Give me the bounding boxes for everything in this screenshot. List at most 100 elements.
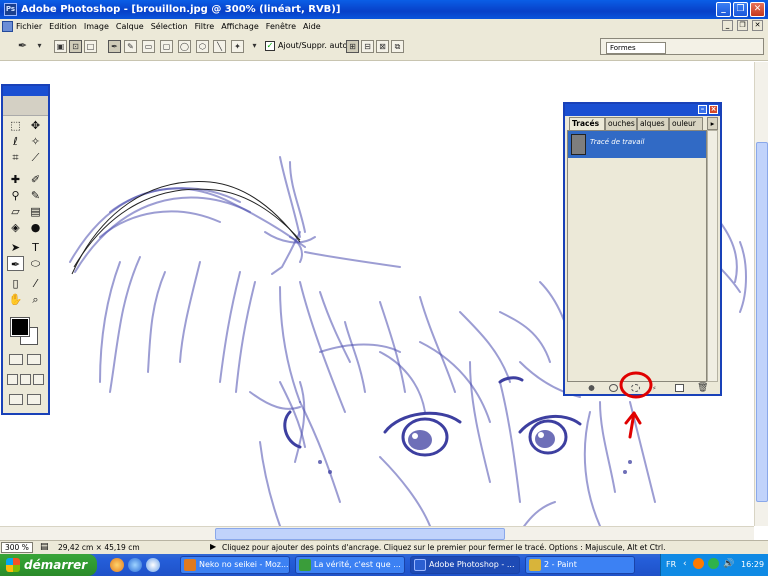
menu-image[interactable]: Image xyxy=(84,22,109,31)
restore-button[interactable]: ❐ xyxy=(733,2,748,17)
crop-tool-icon[interactable]: ⌗ xyxy=(7,150,24,165)
tray-app-icon[interactable] xyxy=(693,558,704,569)
ellipse-shape-button[interactable]: ◯ xyxy=(178,40,191,53)
standard-screen-mode-icon[interactable] xyxy=(7,374,18,385)
add-to-path-button[interactable]: ⊞ xyxy=(346,40,359,53)
brush-tool-icon[interactable]: ✐ xyxy=(27,172,44,187)
standard-mode-icon[interactable] xyxy=(9,354,23,365)
document-icon[interactable] xyxy=(2,20,13,32)
doc-restore-button[interactable]: ❐ xyxy=(737,20,748,31)
auto-add-delete-checkbox[interactable]: ✓ xyxy=(265,41,275,51)
messenger-quicklaunch-icon[interactable] xyxy=(146,558,160,572)
volume-icon[interactable]: 🔊 xyxy=(723,559,734,569)
menu-calque[interactable]: Calque xyxy=(116,22,144,31)
tab-calques[interactable]: alques xyxy=(637,117,669,130)
tab-couches[interactable]: ouches xyxy=(605,117,637,130)
imageready-icon[interactable] xyxy=(27,394,41,405)
task-paint[interactable]: 2 - Paint xyxy=(525,556,635,574)
horizontal-scrollbar[interactable] xyxy=(0,526,754,540)
panel-close-button[interactable]: × xyxy=(709,105,718,114)
shape-tool-icon[interactable]: ⬭ xyxy=(27,256,44,271)
minimize-button[interactable]: _ xyxy=(716,2,731,17)
freeform-pen-button[interactable]: ✎ xyxy=(124,40,137,53)
paths-mode-button[interactable]: ⊡ xyxy=(69,40,82,53)
full-screen-menu-mode-icon[interactable] xyxy=(20,374,31,385)
rounded-rectangle-button[interactable]: ▢ xyxy=(160,40,173,53)
eyedropper-tool-icon[interactable]: ⁄ xyxy=(27,276,44,291)
panel-menu-arrow-icon[interactable]: ▸ xyxy=(707,117,718,130)
jump-to-imageready-icon[interactable] xyxy=(9,394,23,405)
pen-tool-icon[interactable]: ✒ xyxy=(7,256,24,271)
close-button[interactable]: ✕ xyxy=(750,2,765,17)
doc-info-icon[interactable]: ▤ xyxy=(40,542,49,552)
intersect-path-button[interactable]: ⊠ xyxy=(376,40,389,53)
menu-filtre[interactable]: Filtre xyxy=(195,22,215,31)
ie-quicklaunch-icon[interactable] xyxy=(128,558,142,572)
zoom-field[interactable]: 300 % xyxy=(1,542,33,553)
path-row-trace-de-travail[interactable]: Tracé de travail xyxy=(568,131,706,158)
eraser-tool-icon[interactable]: ▱ xyxy=(7,204,24,219)
start-button[interactable]: démarrer xyxy=(0,554,97,576)
zoom-tool-icon[interactable]: ⌕ xyxy=(27,292,44,307)
tab-traces[interactable]: Tracés xyxy=(569,117,605,130)
fill-path-icon[interactable] xyxy=(587,384,596,392)
menu-fichier[interactable]: Fichier xyxy=(16,22,42,31)
palette-well-tab-formes[interactable]: Formes xyxy=(606,42,666,54)
healing-brush-tool-icon[interactable]: ✚ xyxy=(7,172,24,187)
menu-edition[interactable]: Edition xyxy=(49,22,77,31)
firefox-quicklaunch-icon[interactable] xyxy=(110,558,124,572)
slice-tool-icon[interactable]: ⟋ xyxy=(27,150,44,165)
geometry-options-dropdown-icon[interactable]: ▾ xyxy=(248,40,261,53)
toolbox-title-bar[interactable] xyxy=(3,86,48,96)
custom-shape-button[interactable]: ✦ xyxy=(231,40,244,53)
language-chevron-icon[interactable]: ‹ xyxy=(683,559,687,569)
blur-tool-icon[interactable]: ◈ xyxy=(7,220,24,235)
dodge-tool-icon[interactable]: ● xyxy=(27,220,44,235)
new-path-icon[interactable] xyxy=(675,384,684,392)
vertical-scrollbar[interactable] xyxy=(754,62,768,526)
move-tool-icon[interactable]: ✥ xyxy=(27,118,44,133)
history-brush-tool-icon[interactable]: ✎ xyxy=(27,188,44,203)
quick-mask-mode-icon[interactable] xyxy=(27,354,41,365)
task-photoshop[interactable]: Adobe Photoshop - ... xyxy=(410,556,520,574)
messenger-tray-icon[interactable] xyxy=(708,558,719,569)
rectangle-shape-button[interactable]: ▭ xyxy=(142,40,155,53)
lasso-tool-icon[interactable]: ℓ xyxy=(7,134,24,149)
tool-preset-pen-icon[interactable]: ✒ xyxy=(16,40,29,53)
horizontal-scroll-thumb[interactable] xyxy=(215,528,505,540)
pen-tool-button[interactable]: ✒ xyxy=(108,40,121,53)
panel-minimize-button[interactable]: – xyxy=(698,105,707,114)
type-tool-icon[interactable]: T xyxy=(27,240,44,255)
panel-title-bar[interactable] xyxy=(565,104,720,116)
gradient-tool-icon[interactable]: ▤ xyxy=(27,204,44,219)
tool-preset-dropdown-icon[interactable]: ▾ xyxy=(33,40,46,53)
adobe-logo-icon[interactable] xyxy=(3,96,48,116)
language-indicator[interactable]: FR xyxy=(666,560,676,569)
notes-tool-icon[interactable]: ▯ xyxy=(7,276,24,291)
hand-tool-icon[interactable]: ✋ xyxy=(7,292,24,307)
menu-fenetre[interactable]: Fenêtre xyxy=(266,22,296,31)
paths-list-scrollbar[interactable] xyxy=(707,130,718,382)
status-arrow-icon[interactable]: ▶ xyxy=(210,542,216,551)
delete-path-trash-icon[interactable]: 🗑 xyxy=(697,384,708,393)
marquee-tool-icon[interactable]: ⬚ xyxy=(7,118,24,133)
subtract-from-path-button[interactable]: ⊟ xyxy=(361,40,374,53)
tab-couleur[interactable]: ouleur xyxy=(669,117,703,130)
magic-wand-tool-icon[interactable]: ✧ xyxy=(27,134,44,149)
menu-affichage[interactable]: Affichage xyxy=(221,22,259,31)
line-shape-button[interactable]: ╲ xyxy=(213,40,226,53)
vertical-scroll-thumb[interactable] xyxy=(756,142,768,502)
doc-close-button[interactable]: ✕ xyxy=(752,20,763,31)
shape-layers-button[interactable]: ▣ xyxy=(54,40,67,53)
clone-stamp-tool-icon[interactable]: ⚲ xyxy=(7,188,24,203)
exclude-overlap-button[interactable]: ⧉ xyxy=(391,40,404,53)
doc-minimize-button[interactable]: _ xyxy=(722,20,733,31)
path-selection-tool-icon[interactable]: ➤ xyxy=(7,240,24,255)
task-messenger[interactable]: La vérité, c'est que ... xyxy=(295,556,405,574)
menu-aide[interactable]: Aide xyxy=(303,22,321,31)
fill-pixels-button[interactable]: □ xyxy=(84,40,97,53)
menu-selection[interactable]: Sélection xyxy=(151,22,188,31)
task-mozilla[interactable]: Neko no seikei - Moz... xyxy=(180,556,290,574)
polygon-shape-button[interactable]: ⬡ xyxy=(196,40,209,53)
foreground-color-swatch[interactable] xyxy=(10,317,30,337)
